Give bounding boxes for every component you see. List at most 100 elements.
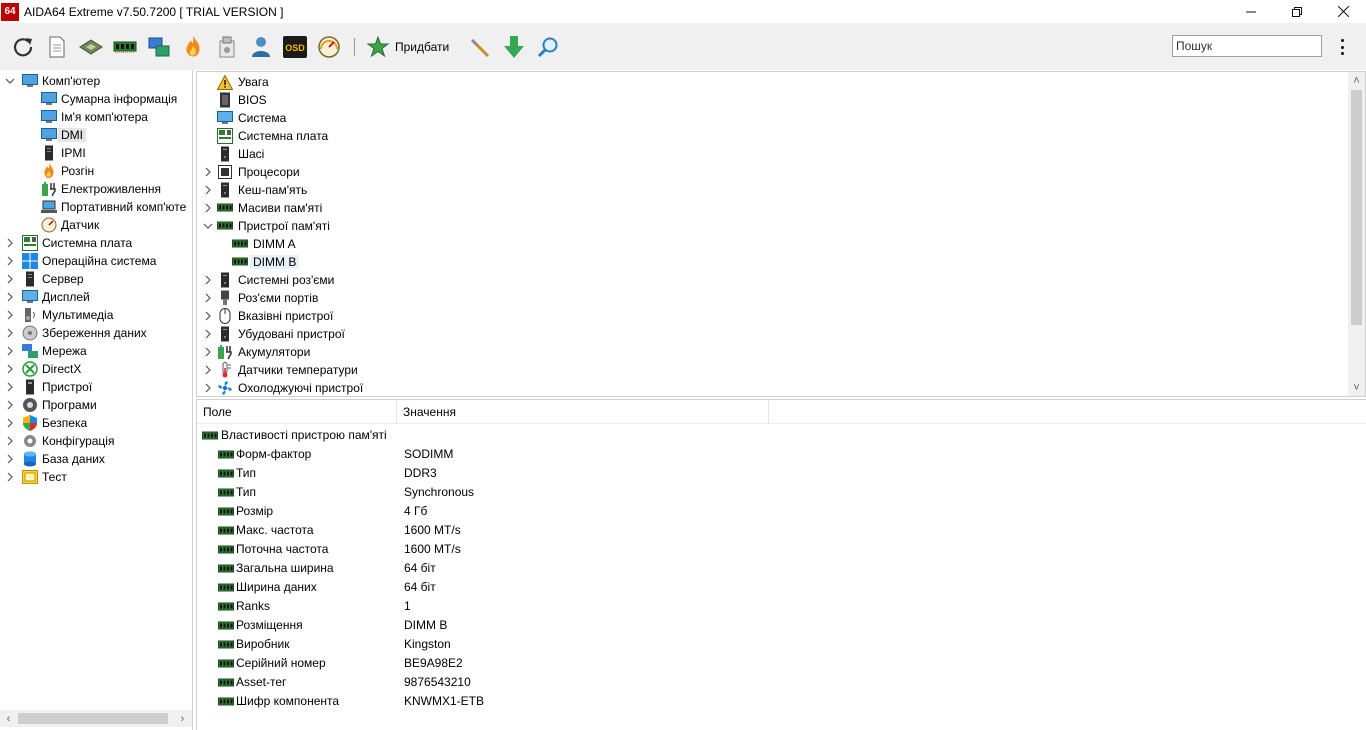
chevron-right-icon[interactable] bbox=[202, 202, 214, 214]
dmi-tree-item[interactable]: Роз'єми портів bbox=[202, 289, 318, 307]
dmi-tree-item[interactable]: Система bbox=[202, 109, 286, 127]
tree-item[interactable]: Операційна система bbox=[4, 252, 156, 270]
download-icon[interactable] bbox=[501, 34, 527, 60]
more-options-icon[interactable] bbox=[1336, 37, 1348, 57]
chevron-right-icon[interactable] bbox=[4, 417, 16, 429]
tree-item[interactable]: Електроживлення bbox=[23, 180, 161, 198]
property-row[interactable]: Ширина даних bbox=[218, 577, 317, 596]
motherboard-icon[interactable] bbox=[78, 34, 104, 60]
dmi-tree-item[interactable]: Шасі bbox=[202, 145, 264, 163]
dmi-tree-item[interactable]: Масиви пам'яті bbox=[202, 199, 322, 217]
chevron-right-icon[interactable] bbox=[202, 382, 214, 394]
column-header-field[interactable]: Поле bbox=[197, 400, 397, 424]
refresh-icon[interactable] bbox=[10, 34, 36, 60]
dmi-tree-item[interactable]: Процесори bbox=[202, 163, 300, 181]
vertical-scrollbar[interactable]: ˄ ˅ bbox=[1348, 72, 1365, 396]
tree-item[interactable]: Портативний комп'юте bbox=[23, 198, 186, 216]
tree-item[interactable]: DirectX bbox=[4, 360, 81, 378]
tools-icon[interactable] bbox=[214, 34, 240, 60]
tree-item[interactable]: Мережа bbox=[4, 342, 87, 360]
app-logo-icon[interactable]: 64 bbox=[1, 2, 19, 21]
network-icon[interactable] bbox=[146, 34, 172, 60]
osd-icon[interactable]: OSD bbox=[282, 34, 308, 60]
chevron-right-icon[interactable] bbox=[4, 273, 16, 285]
chevron-right-icon[interactable] bbox=[202, 274, 214, 286]
property-row[interactable]: Ranks bbox=[218, 596, 270, 615]
dmi-tree-item[interactable]: Системна плата bbox=[202, 127, 328, 145]
dmi-tree-item[interactable]: Датчики температури bbox=[202, 361, 358, 379]
chevron-right-icon[interactable] bbox=[202, 364, 214, 376]
tree-item[interactable]: Розгін bbox=[23, 162, 94, 180]
chevron-right-icon[interactable] bbox=[4, 399, 16, 411]
chevron-right-icon[interactable] bbox=[4, 291, 16, 303]
search-tool-icon[interactable] bbox=[535, 34, 561, 60]
dmi-tree-item[interactable]: Системні роз'єми bbox=[202, 271, 334, 289]
tree-item[interactable]: Конфігурація bbox=[4, 432, 114, 450]
property-row[interactable]: Тип bbox=[218, 463, 256, 482]
tree-item[interactable]: Мультимедіа bbox=[4, 306, 113, 324]
property-row[interactable]: Серійний номер bbox=[218, 653, 326, 672]
chevron-right-icon[interactable] bbox=[4, 435, 16, 447]
memory-device-item[interactable]: DIMM A bbox=[217, 235, 296, 253]
chevron-right-icon[interactable] bbox=[202, 346, 214, 358]
chevron-right-icon[interactable] bbox=[4, 327, 16, 339]
tree-item[interactable]: Сумарна інформація bbox=[23, 90, 177, 108]
property-row[interactable]: Розмір bbox=[218, 501, 273, 520]
tree-item[interactable]: IPMI bbox=[23, 144, 86, 162]
property-row[interactable]: Розміщення bbox=[218, 615, 303, 634]
property-group[interactable]: Властивості пристрою пам'яті bbox=[202, 425, 387, 444]
chevron-down-icon[interactable] bbox=[202, 220, 214, 232]
scroll-left-icon[interactable]: ‹ bbox=[0, 710, 17, 727]
memory-device-item[interactable]: DIMM B bbox=[217, 253, 300, 271]
tree-item[interactable]: Тест bbox=[4, 468, 67, 486]
dmi-tree-item[interactable]: Убудовані пристрої bbox=[202, 325, 345, 343]
property-row[interactable]: Макс. частота bbox=[218, 520, 314, 539]
tree-item[interactable]: Сервер bbox=[4, 270, 84, 288]
column-header-value[interactable]: Значення bbox=[397, 400, 769, 424]
tree-item[interactable]: Датчик bbox=[23, 216, 99, 234]
property-row[interactable]: Форм-фактор bbox=[218, 444, 311, 463]
tree-item[interactable]: Збереження даних bbox=[4, 324, 147, 342]
memory-icon[interactable] bbox=[112, 34, 138, 60]
scrollbar-thumb[interactable] bbox=[18, 713, 168, 724]
minimize-button[interactable] bbox=[1228, 0, 1274, 23]
dmi-tree-item[interactable]: Увага bbox=[202, 73, 269, 91]
chevron-right-icon[interactable] bbox=[4, 345, 16, 357]
tree-item[interactable]: Системна плата bbox=[4, 234, 132, 252]
chevron-right-icon[interactable] bbox=[202, 328, 214, 340]
scrollbar-thumb[interactable] bbox=[1351, 90, 1362, 325]
chevron-right-icon[interactable] bbox=[202, 166, 214, 178]
chevron-right-icon[interactable] bbox=[4, 309, 16, 321]
flame-icon[interactable] bbox=[180, 34, 206, 60]
chevron-right-icon[interactable] bbox=[4, 381, 16, 393]
report-icon[interactable] bbox=[44, 34, 70, 60]
dmi-tree-item[interactable]: Пристрої пам'яті bbox=[202, 217, 330, 235]
dmi-tree-item[interactable]: Кеш-пам'ять bbox=[202, 181, 307, 199]
tree-item[interactable]: Ім'я комп'ютера bbox=[23, 108, 148, 126]
restore-button[interactable] bbox=[1274, 0, 1320, 23]
tree-item[interactable]: DMI bbox=[23, 126, 86, 144]
chevron-right-icon[interactable] bbox=[4, 255, 16, 267]
property-row[interactable]: Поточна частота bbox=[218, 539, 328, 558]
chevron-right-icon[interactable] bbox=[4, 453, 16, 465]
dmi-tree-item[interactable]: Охолоджуючі пристрої bbox=[202, 379, 363, 396]
property-row[interactable]: Виробник bbox=[218, 634, 290, 653]
chevron-right-icon[interactable] bbox=[4, 237, 16, 249]
tree-item[interactable]: Дисплей bbox=[4, 288, 90, 306]
scroll-right-icon[interactable]: › bbox=[174, 710, 191, 727]
gauge-icon[interactable] bbox=[316, 34, 342, 60]
property-row[interactable]: Шифр компонента bbox=[218, 691, 339, 710]
chevron-down-icon[interactable] bbox=[4, 75, 16, 87]
scroll-up-icon[interactable]: ˄ bbox=[1348, 72, 1365, 89]
chevron-right-icon[interactable] bbox=[4, 471, 16, 483]
chevron-right-icon[interactable] bbox=[202, 310, 214, 322]
property-row[interactable]: Тип bbox=[218, 482, 256, 501]
property-row[interactable]: Загальна ширина bbox=[218, 558, 334, 577]
tree-item[interactable]: Безпека bbox=[4, 414, 87, 432]
buy-button[interactable]: Придбати bbox=[395, 40, 449, 54]
buy-icon[interactable] bbox=[365, 34, 391, 60]
search-input[interactable] bbox=[1172, 35, 1322, 57]
user-icon[interactable] bbox=[248, 34, 274, 60]
tree-item[interactable]: Комп'ютер bbox=[4, 72, 100, 90]
scroll-down-icon[interactable]: ˅ bbox=[1348, 379, 1365, 396]
